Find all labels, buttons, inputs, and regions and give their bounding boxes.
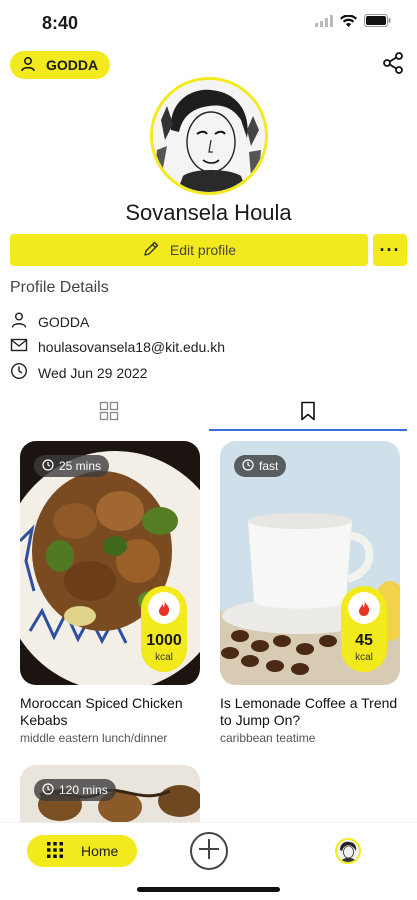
user-icon [10, 311, 28, 332]
status-time: 8:40 [42, 13, 79, 33]
cook-time: 120 mins [59, 783, 108, 797]
dots-grid-icon [47, 841, 63, 861]
nav-home-button[interactable]: Home [27, 835, 137, 867]
detail-date-row: Wed Jun 29 2022 [10, 362, 148, 383]
kcal-unit: kcal [155, 652, 173, 663]
user-icon [20, 56, 36, 75]
wifi-icon [340, 14, 357, 32]
edit-profile-button[interactable]: Edit profile [10, 234, 368, 266]
recipe-category: caribbean teatime [220, 731, 316, 745]
cook-time: fast [259, 459, 279, 473]
detail-email: houlasovansela18@kit.edu.kh [38, 338, 226, 355]
recipe-card[interactable]: fast 45 kcal [220, 441, 400, 685]
detail-date: Wed Jun 29 2022 [38, 364, 148, 381]
detail-username: GODDA [38, 313, 90, 330]
tab-grid[interactable] [10, 394, 208, 432]
kcal-value: 1000 [146, 632, 182, 649]
bookmark-icon [300, 401, 316, 426]
cook-time-badge: 25 mins [34, 455, 110, 477]
share-button[interactable] [379, 51, 407, 79]
flame-icon [148, 592, 180, 624]
kcal-unit: kcal [355, 652, 373, 663]
username-chip-label: GODDA [46, 57, 99, 73]
status-bar: 8:40 [0, 0, 417, 44]
status-icons [315, 14, 391, 32]
detail-username-row: GODDA [10, 311, 89, 332]
profile-name: Sovansela Houla [125, 200, 292, 225]
edit-profile-label: Edit profile [169, 242, 237, 258]
recipe-card[interactable]: 25 mins 1000 kcal [20, 441, 200, 685]
detail-email-row: houlasovansela18@kit.edu.kh [10, 336, 225, 357]
more-icon: ··· [379, 239, 401, 260]
kcal-badge: 1000 kcal [141, 586, 187, 672]
profile-tabs [10, 394, 407, 432]
home-indicator [137, 887, 280, 892]
add-recipe-button[interactable] [190, 832, 228, 870]
battery-icon [364, 14, 391, 32]
clock-icon [42, 458, 54, 474]
profile-avatar[interactable] [150, 77, 268, 195]
bottom-nav: Home [0, 822, 417, 900]
clock-icon [10, 362, 28, 383]
cook-time: 25 mins [59, 459, 102, 473]
clock-icon [42, 782, 54, 798]
share-icon [382, 51, 404, 79]
username-chip[interactable]: GODDA [10, 51, 111, 79]
recipe-card[interactable]: 120 mins [20, 765, 200, 823]
more-options-button[interactable]: ··· [373, 234, 407, 266]
nav-profile-avatar[interactable] [335, 838, 361, 864]
cook-time-badge: fast [234, 455, 287, 477]
cook-time-badge: 120 mins [34, 779, 116, 801]
mail-icon [10, 336, 28, 357]
signal-icon [315, 14, 333, 32]
plus-icon [198, 838, 220, 865]
pencil-icon [142, 240, 160, 261]
nav-home-label: Home [81, 843, 119, 859]
grid-icon [99, 401, 119, 426]
kcal-value: 45 [355, 632, 373, 649]
tab-indicator [209, 429, 407, 431]
recipe-title[interactable]: Is Lemonade Coffee a Trend to Jump On? [220, 695, 410, 729]
flame-icon [348, 592, 380, 624]
clock-icon [242, 458, 254, 474]
profile-details-title: Profile Details [10, 279, 109, 296]
tab-saved[interactable] [209, 394, 407, 432]
recipe-title[interactable]: Moroccan Spiced Chicken Kebabs [20, 695, 210, 729]
recipe-category: middle eastern lunch/dinner [20, 731, 168, 745]
kcal-badge: 45 kcal [341, 586, 387, 672]
